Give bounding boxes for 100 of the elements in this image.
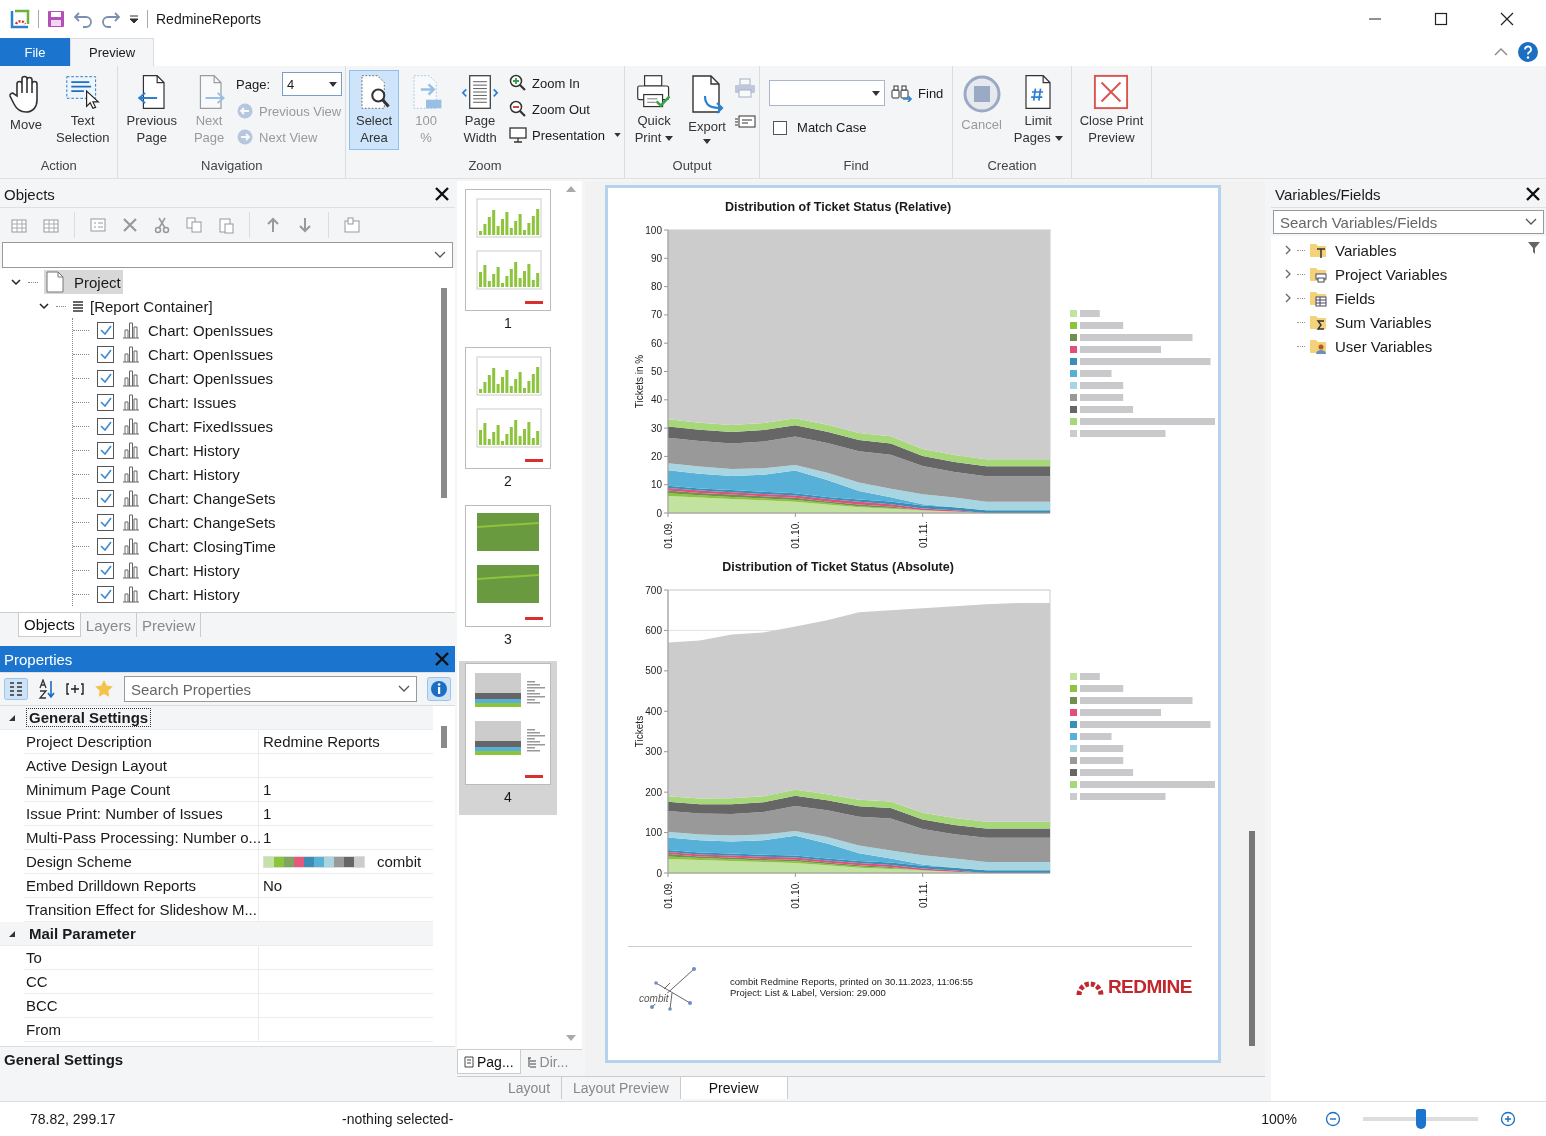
tree-item[interactable]: [Report Container] <box>90 297 213 315</box>
search-field[interactable]: Search Properties <box>124 676 417 702</box>
panel-tab[interactable]: Pag... <box>457 1050 521 1074</box>
page-number: 1 <box>504 315 512 331</box>
y-tick-label: 20 <box>650 450 662 462</box>
find-button[interactable]: Find <box>891 82 944 104</box>
tree-item[interactable]: Chart: OpenIssues <box>148 345 274 363</box>
y-tick-label: 60 <box>650 337 662 349</box>
property-name: Issue Print: Number of Issues <box>24 801 259 826</box>
footer-text: Project: List & Label, Version: 29.000 <box>730 987 887 998</box>
page-number-combo[interactable]: 4 <box>282 72 343 96</box>
tree-item[interactable]: Chart: History <box>148 441 240 459</box>
y-axis-label: Tickets in % <box>634 354 645 409</box>
y-tick-label: 30 <box>650 422 662 434</box>
panel-title: Variables/Fields <box>1275 185 1381 203</box>
y-tick-label: 0 <box>656 507 662 519</box>
x-tick-label: 01.11. <box>917 521 929 549</box>
x-tick-label: 01.09. <box>663 881 674 909</box>
window-title: RedmineReports <box>156 11 262 27</box>
group-label: Creation <box>986 158 1038 175</box>
property-value: 1 <box>263 805 272 822</box>
description-title: General Settings <box>4 1051 124 1068</box>
page-width-button[interactable]: Page Width <box>453 70 508 150</box>
tree-item[interactable]: Chart: Issues <box>148 393 237 411</box>
cursor-position: 78.82, 299.17 <box>29 1111 117 1127</box>
panel-title: Properties <box>4 650 73 668</box>
file-menu-tab[interactable]: File <box>0 38 70 66</box>
tree-item[interactable]: Project Variables <box>1335 265 1448 283</box>
x-tick-label: 01.09. <box>663 521 674 549</box>
text-selection-button[interactable]: Text Selection <box>51 70 115 150</box>
y-tick-label: 600 <box>645 624 662 636</box>
property-name: CC <box>24 969 259 994</box>
property-value: 1 <box>263 781 272 798</box>
select-area-button[interactable]: Select Area <box>349 70 400 150</box>
page-thumbnail[interactable]: 1 <box>459 187 557 341</box>
tree-item[interactable]: Chart: History <box>148 465 240 483</box>
y-axis-label: Tickets <box>634 715 645 748</box>
page-thumbnail[interactable]: 4 <box>459 661 557 815</box>
category-heading[interactable]: General Settings <box>26 708 152 727</box>
tree-item[interactable]: Chart: History <box>148 585 240 603</box>
tree-item[interactable]: Chart: ChangeSets <box>148 489 276 507</box>
x-tick-label: 01.10. <box>790 521 802 549</box>
tree-item[interactable]: Sum Variables <box>1335 313 1432 331</box>
tree-item[interactable]: Chart: ChangeSets <box>148 513 276 531</box>
export-button[interactable]: Export <box>682 70 733 150</box>
group-label: Action <box>39 158 78 175</box>
property-name: From <box>24 1017 259 1042</box>
property-name: BCC <box>24 993 259 1018</box>
zoom-out-button[interactable]: Zoom Out <box>509 98 622 120</box>
tree-item[interactable]: Fields <box>1335 289 1375 307</box>
y-tick-label: 100 <box>645 224 662 236</box>
property-name: Minimum Page Count <box>24 777 259 802</box>
page-thumbnail[interactable]: 3 <box>459 503 557 657</box>
panel-tab[interactable]: Objects <box>18 613 81 637</box>
group-label: Navigation <box>200 158 264 175</box>
tree-item[interactable]: Chart: OpenIssues <box>148 321 274 339</box>
y-tick-label: 10 <box>650 479 662 491</box>
limit-pages-button[interactable]: Limit Pages <box>1008 70 1068 150</box>
group-label: Output <box>671 158 713 175</box>
property-name: Embed Drilldown Reports <box>24 873 259 898</box>
y-tick-label: 700 <box>645 584 662 596</box>
page-thumbnail[interactable]: 2 <box>459 345 557 499</box>
y-tick-label: 400 <box>645 705 662 717</box>
y-tick-label: 200 <box>645 786 662 798</box>
y-tick-label: 80 <box>650 281 662 293</box>
search-field[interactable]: Search Variables/Fields <box>1273 210 1544 234</box>
tree-item[interactable]: Variables <box>1335 241 1397 259</box>
presentation-button[interactable]: Presentation <box>509 124 622 146</box>
y-tick-label: 90 <box>650 252 662 264</box>
logo-text: combit <box>638 993 670 1004</box>
tree-item[interactable]: Chart: History <box>148 561 240 579</box>
close-preview-button[interactable]: Close Print Preview <box>1074 70 1149 150</box>
y-tick-label: 300 <box>645 746 662 758</box>
tree-item[interactable]: User Variables <box>1335 337 1433 355</box>
property-value: No <box>263 877 283 894</box>
view-tab[interactable]: Preview <box>680 1077 788 1099</box>
property-name: To <box>24 945 259 970</box>
quick-print-button[interactable]: Quick Print <box>628 70 681 150</box>
property-name: Project Description <box>24 729 259 754</box>
tree-item[interactable]: Chart: ClosingTime <box>148 537 276 555</box>
ribbon-tab[interactable]: Preview <box>70 38 155 66</box>
property-name: Transition Effect for Slideshow M... <box>24 897 259 922</box>
page-label: Page: <box>236 76 271 92</box>
tree-item[interactable]: Project <box>44 270 123 294</box>
match-case-checkbox[interactable]: Match Case <box>769 120 944 135</box>
page-number: 2 <box>504 473 512 489</box>
previous-page-button[interactable]: Previous Page <box>121 70 183 150</box>
y-tick-label: 500 <box>645 665 662 677</box>
selection-status: -nothing selected- <box>341 1111 454 1127</box>
chart-title: Distribution of Ticket Status (Absolute) <box>721 560 955 576</box>
property-value: Redmine Reports <box>263 733 380 750</box>
tree-item[interactable]: Chart: OpenIssues <box>148 369 274 387</box>
zoom-in-button[interactable]: Zoom In <box>509 72 622 94</box>
tree-item[interactable]: Chart: FixedIssues <box>148 417 274 435</box>
x-tick-label: 01.11. <box>917 881 929 909</box>
group-label: Zoom <box>467 158 503 175</box>
group-label: Find <box>842 158 870 175</box>
panel-title: Objects <box>4 185 55 203</box>
property-value: 1 <box>263 829 272 846</box>
move-button[interactable]: Move <box>3 70 49 150</box>
